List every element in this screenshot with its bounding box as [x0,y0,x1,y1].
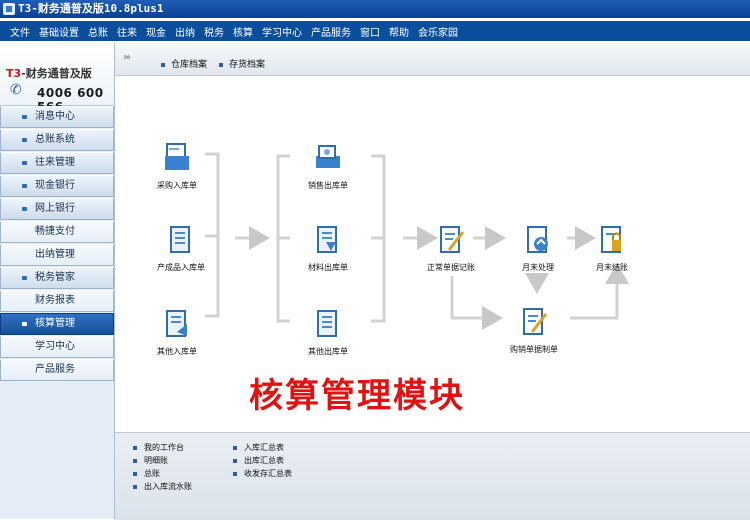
menu-product-service[interactable]: 产品服务 [308,24,354,39]
sidebar-item-cash-bank[interactable]: 现金银行 [0,175,114,197]
sidebar-item-accounting[interactable]: 核算管理 [0,313,114,335]
sidebar-item-receivables[interactable]: 往来管理 [0,152,114,174]
report-inventory-summary[interactable]: 收发存汇总表 [233,468,292,479]
bullet-icon [219,62,223,67]
post-voucher-icon [440,226,465,253]
report-links-panel: 我的工作台 明细账 总账 出入库流水账 入库汇总表 出库汇总表 收发存汇总表 [115,432,750,520]
bullet-icon [133,445,137,450]
phone-icon: ✆ [10,82,22,98]
report-inbound-summary[interactable]: 入库汇总表 [233,442,284,453]
menu-accounting[interactable]: 核算 [230,24,256,39]
bullet-icon [22,138,27,142]
product-doc-icon [170,226,190,253]
sales-doc-icon [316,145,340,168]
menu-window[interactable]: 窗口 [357,24,383,39]
menu-cashier[interactable]: 出纳 [172,24,198,39]
voucher-make-icon [523,308,548,335]
brand-logo-prefix: T3 [6,67,22,80]
menu-receivables[interactable]: 往来 [114,24,140,39]
menu-bar: 文件 基础设置 总账 往来 现金 出纳 税务 核算 学习中心 产品服务 窗口 帮… [0,21,750,41]
sidebar-item-product-service[interactable]: 产品服务 [0,359,114,381]
sidebar-item-financial-reports[interactable]: 财务报表 [0,290,114,312]
left-panel: T3-财务通普及版 ✆ 4006 600 566 消息中心 总账系统 往来管理 … [0,43,115,519]
report-general-ledger[interactable]: 总账 [133,468,160,479]
report-inout-journal[interactable]: 出入库流水账 [133,481,192,492]
window-title: T3-财务通普及版10.8plus1 [18,2,164,15]
content-header: ››› 仓库档案 存货档案 [115,43,750,76]
other-in-doc-icon [166,310,187,337]
collapse-icon[interactable]: ››› [123,52,131,63]
bullet-icon [233,471,237,476]
menu-help[interactable]: 帮助 [386,24,412,39]
bullet-icon [22,322,27,326]
brand-logo-suffix: -财务通普及版 [21,67,92,80]
sidebar-item-learning-center[interactable]: 学习中心 [0,336,114,358]
sidebar-item-general-ledger[interactable]: 总账系统 [0,129,114,151]
sidebar-nav: 消息中心 总账系统 往来管理 现金银行 网上银行 畅捷支付 出纳管理 税务管家 … [0,106,114,382]
menu-learning-center[interactable]: 学习中心 [259,24,305,39]
workflow-diagram: 采购入库单 产成品入库单 其他入库单 销售出库单 材料出库单 其他出库单 正常单… [115,76,750,431]
sidebar-item-online-bank[interactable]: 网上银行 [0,198,114,220]
bullet-icon [22,184,27,188]
bullet-icon [22,161,27,165]
bullet-icon [233,458,237,463]
window-title-bar: T3-财务通普及版10.8plus1 [0,0,750,18]
brand-area: T3-财务通普及版 ✆ 4006 600 566 [0,43,114,114]
report-outbound-summary[interactable]: 出库汇总表 [233,455,284,466]
menu-basic-settings[interactable]: 基础设置 [36,24,82,39]
menu-general-ledger[interactable]: 总账 [85,24,111,39]
purchase-doc-icon [165,143,189,170]
bullet-icon [133,458,137,463]
module-title: 核算管理模块 [249,376,465,416]
sidebar-item-cashier[interactable]: 出纳管理 [0,244,114,266]
brand-logo: T3-财务通普及版 [6,65,92,81]
warehouse-archive-link[interactable]: 仓库档案 [161,57,207,70]
menu-file[interactable]: 文件 [7,24,33,39]
report-my-workbench[interactable]: 我的工作台 [133,442,184,453]
material-doc-icon [317,226,337,253]
bullet-icon [22,207,27,211]
app-icon [3,3,15,15]
bullet-icon [133,484,137,489]
month-close-icon [601,226,621,253]
other-out-doc-icon [317,310,337,337]
bullet-icon [233,445,237,450]
month-process-icon [527,226,548,253]
bullet-icon [22,115,27,119]
sidebar-item-message-center[interactable]: 消息中心 [0,106,114,128]
menu-community[interactable]: 会乐家园 [415,24,461,39]
bullet-icon [133,471,137,476]
bullet-icon [22,276,27,280]
inventory-archive-link[interactable]: 存货档案 [219,57,265,70]
menu-tax[interactable]: 税务 [201,24,227,39]
sidebar-item-quick-pay[interactable]: 畅捷支付 [0,221,114,243]
menu-cash[interactable]: 现金 [143,24,169,39]
report-detail-ledger[interactable]: 明细账 [133,455,168,466]
sidebar-item-tax[interactable]: 税务管家 [0,267,114,289]
bullet-icon [161,62,165,67]
